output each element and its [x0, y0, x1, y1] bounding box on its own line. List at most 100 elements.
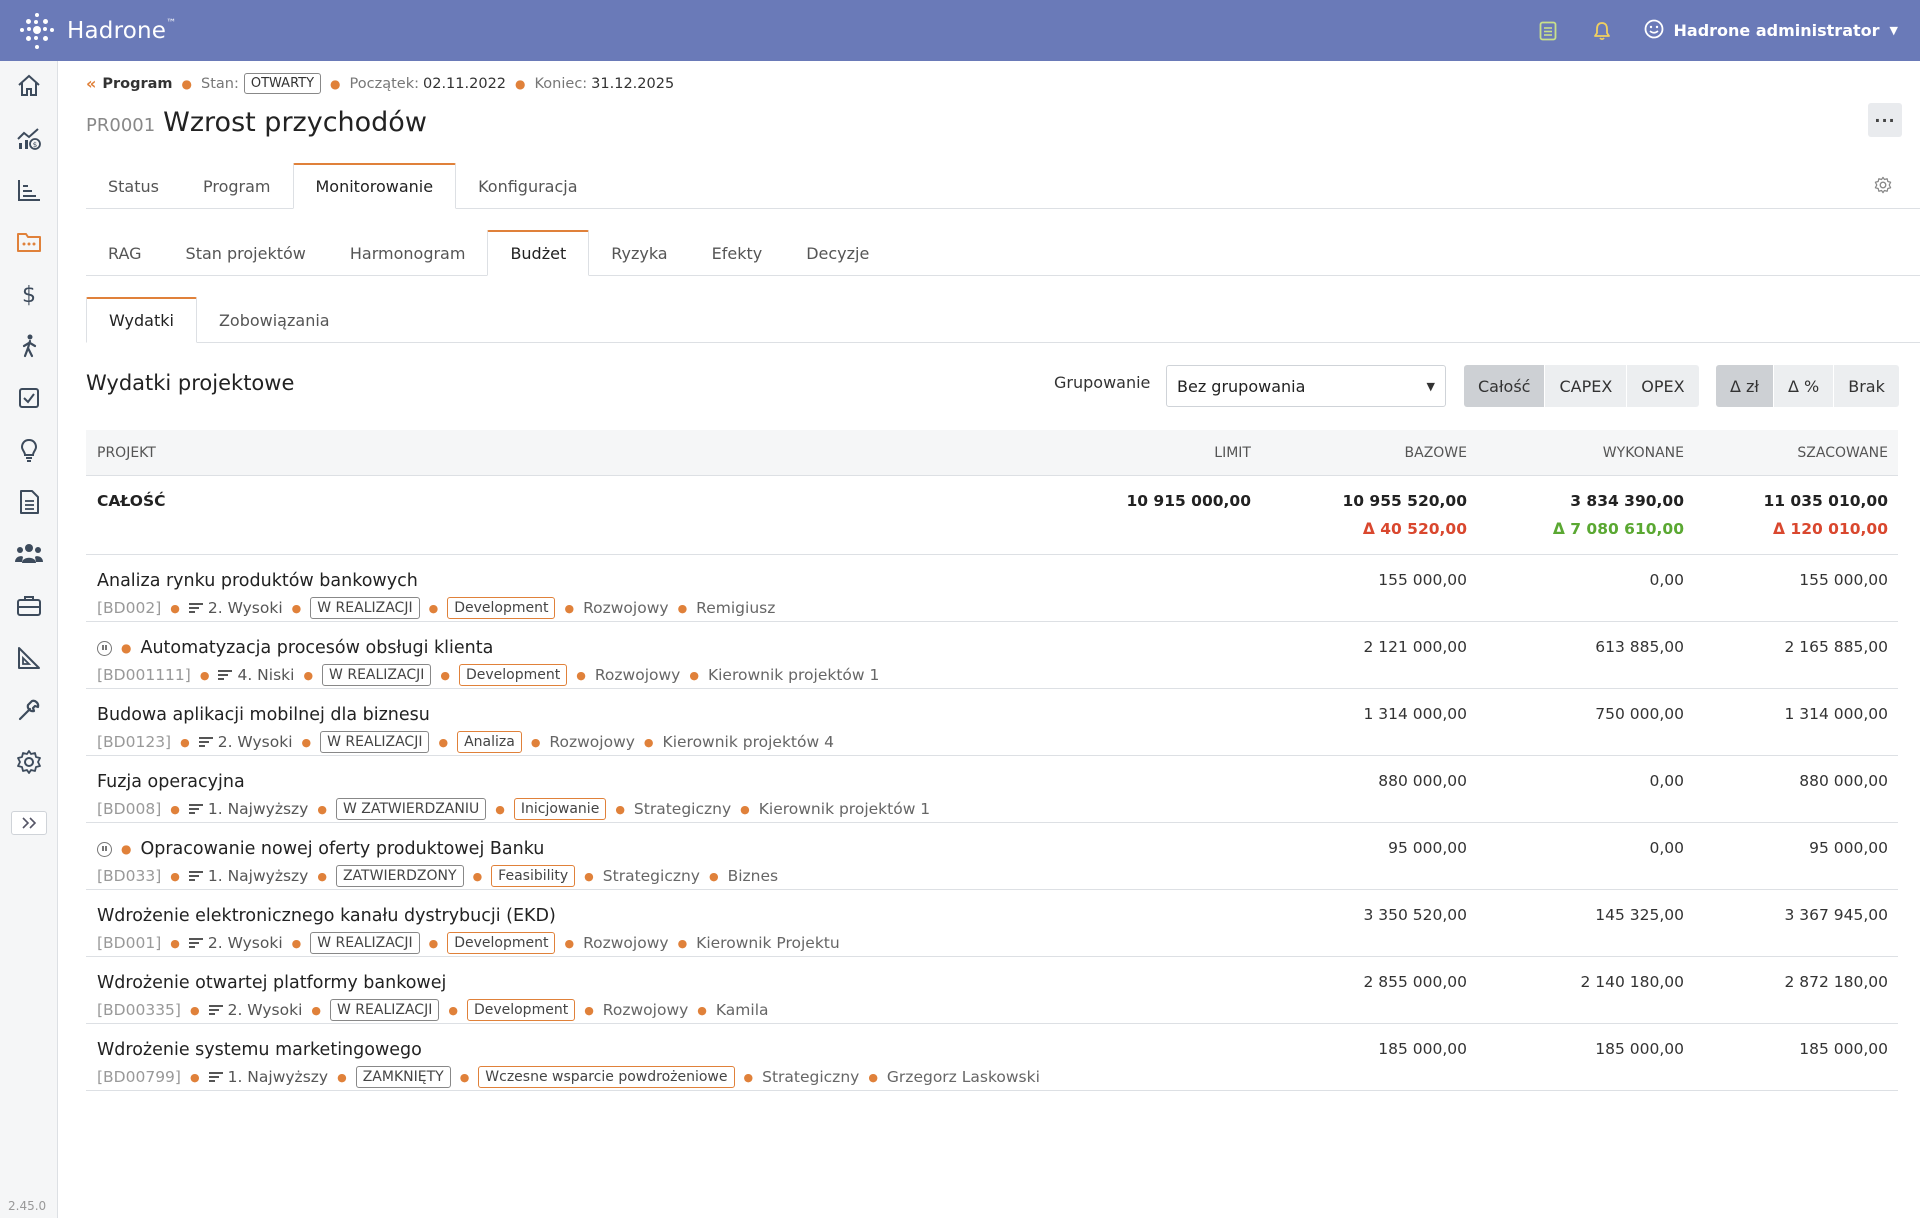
notes-icon[interactable] [1536, 19, 1560, 43]
project-meta: [BD008] ● 1. Najwyższy ● W ZATWIERDZANIU ● Ini… [97, 798, 930, 820]
separator-dot: ● [428, 601, 439, 615]
project-phase-badge: Feasibility [491, 865, 576, 887]
chart-growth-icon[interactable]: $ [14, 123, 44, 153]
project-code: [BD033] [97, 867, 162, 885]
wrench-icon[interactable] [14, 695, 44, 725]
total-delta-szacowane: Δ 120 010,00 [1773, 520, 1888, 538]
project-name[interactable]: Budowa aplikacji mobilnej dla biznesu [97, 705, 430, 725]
project-status-badge: ZAMKNIĘTY [355, 1066, 451, 1088]
separator-dot: ● [576, 668, 586, 682]
project-wykonane: 2 140 180,00 [1580, 973, 1684, 991]
tab-program[interactable]: Program [181, 163, 293, 209]
separator-dot: ● [438, 735, 449, 749]
project-manager: Grzegorz Laskowski [886, 1068, 1040, 1086]
project-priority: 1. Najwyższy [207, 867, 309, 885]
gear-icon[interactable] [14, 747, 44, 777]
budget-tab-wydatki[interactable]: Wydatki [86, 297, 197, 343]
breadcrumb-program-link[interactable]: Program [102, 76, 172, 92]
checkbox-icon[interactable] [14, 383, 44, 413]
separator-dot: ● [189, 1003, 200, 1017]
program-name: Wzrost przychodów [163, 107, 427, 138]
project-name[interactable]: Fuzja operacyjna [97, 772, 245, 792]
project-name[interactable]: Wdrożenie elektronicznego kanału dystryb… [97, 906, 556, 926]
home-icon[interactable] [14, 71, 44, 101]
subtab-rag[interactable]: RAG [86, 230, 164, 276]
total-bazowe: 10 955 520,00 [1342, 492, 1467, 510]
delta-zl-button[interactable]: Δ zł [1716, 365, 1774, 407]
subtab-stan-projektow[interactable]: Stan projektów [164, 230, 328, 276]
project-priority: 2. Wysoki [207, 934, 283, 952]
tab-konfiguracja[interactable]: Konfiguracja [456, 163, 599, 209]
subtab-ryzyka[interactable]: Ryzyka [589, 230, 689, 276]
project-bazowe: 3 350 520,00 [1363, 906, 1467, 924]
more-options-button[interactable]: ··· [1868, 103, 1902, 137]
project-name[interactable]: Wdrożenie otwartej platformy bankowej [97, 973, 446, 993]
briefcase-icon[interactable] [14, 591, 44, 621]
project-szacowane: 880 000,00 [1799, 772, 1888, 790]
main-tabs: Status Program Monitorowanie Konfiguracja [86, 163, 1920, 209]
project-code: [BD00335] [97, 1001, 181, 1019]
user-menu[interactable]: Hadrone administrator ▼ [1644, 19, 1898, 43]
subtab-decyzje[interactable]: Decyzje [784, 230, 891, 276]
project-bazowe: 95 000,00 [1388, 839, 1467, 857]
priority-icon [208, 1003, 223, 1018]
project-bazowe: 185 000,00 [1378, 1040, 1467, 1058]
settings-gear-icon[interactable] [1874, 176, 1892, 198]
users-icon[interactable] [14, 539, 44, 569]
header-szacowane[interactable]: SZACOWANE [1797, 445, 1888, 461]
sidebar-expand-button[interactable] [11, 811, 47, 835]
document-icon[interactable] [14, 487, 44, 517]
chevron-double-left-icon[interactable]: « [86, 74, 96, 93]
app-logo[interactable]: Hadrone™ [18, 11, 176, 51]
project-name[interactable]: ● Automatyzacja procesów obsługi klienta [97, 638, 493, 658]
tab-status[interactable]: Status [86, 163, 181, 209]
ruler-icon[interactable] [14, 643, 44, 673]
project-phase-badge: Analiza [457, 731, 522, 753]
total-label: CAŁOŚĆ [97, 492, 166, 510]
subtab-harmonogram[interactable]: Harmonogram [328, 230, 488, 276]
chevron-double-right-icon [21, 814, 37, 833]
bar-chart-icon[interactable] [14, 175, 44, 205]
tab-monitorowanie[interactable]: Monitorowanie [292, 163, 457, 209]
lightbulb-icon[interactable] [14, 435, 44, 465]
top-bar: Hadrone™ Hadrone administrator ▼ [0, 0, 1920, 61]
app-version: 2.45.0 [8, 1199, 47, 1213]
header-bazowe[interactable]: BAZOWE [1405, 445, 1467, 461]
grouping-label: Grupowanie [1054, 373, 1151, 392]
subtab-budzet[interactable]: Budżet [487, 230, 590, 276]
scope-opex-button[interactable]: OPEX [1627, 365, 1699, 407]
header-wykonane[interactable]: WYKONANE [1603, 445, 1684, 461]
project-wykonane: 0,00 [1649, 839, 1684, 857]
project-wykonane: 185 000,00 [1595, 1040, 1684, 1058]
project-type: Strategiczny [762, 1068, 860, 1086]
grouping-select[interactable]: Bez grupowania ▼ [1166, 365, 1446, 407]
priority-icon [188, 869, 203, 884]
table-row: Wdrożenie otwartej platformy bankowej [BD… [86, 957, 1898, 1024]
delta-brak-button[interactable]: Brak [1834, 365, 1899, 407]
project-name[interactable]: ● Opracowanie nowej oferty produktowej Ba… [97, 839, 544, 859]
project-meta: [BD001] ● 2. Wysoki ● W REALIZACJI ● Developme… [97, 932, 840, 954]
budget-tab-zobowiazania[interactable]: Zobowiązania [197, 297, 352, 343]
end-date: 31.12.2025 [591, 75, 675, 92]
project-code: [BD008] [97, 800, 162, 818]
project-name[interactable]: Wdrożenie systemu marketingowego [97, 1040, 422, 1060]
header-limit[interactable]: LIMIT [1214, 445, 1251, 461]
person-walking-icon[interactable] [14, 331, 44, 361]
folder-icon[interactable] [14, 227, 44, 257]
bell-icon[interactable] [1590, 19, 1614, 43]
delta-option-1-button[interactable]: Δ % [1773, 365, 1835, 407]
header-project[interactable]: PROJEKT [97, 445, 156, 461]
dollar-icon[interactable]: $ [14, 279, 44, 309]
project-name[interactable]: Analiza rynku produktów bankowych [97, 571, 418, 591]
priority-icon [188, 802, 203, 817]
separator-dot: ● [743, 1070, 754, 1084]
end-label: Koniec: [534, 75, 588, 92]
scope-calosc-button[interactable]: Całość [1464, 365, 1546, 407]
scope-capex-button[interactable]: CAPEX [1545, 365, 1628, 407]
separator-dot: ● [584, 1003, 594, 1017]
separator-dot: ● [189, 1070, 200, 1084]
project-szacowane: 2 872 180,00 [1784, 973, 1888, 991]
table-row: Analiza rynku produktów bankowych [BD002]… [86, 555, 1898, 622]
subtab-efekty[interactable]: Efekty [690, 230, 785, 276]
user-smile-icon [1644, 19, 1664, 43]
